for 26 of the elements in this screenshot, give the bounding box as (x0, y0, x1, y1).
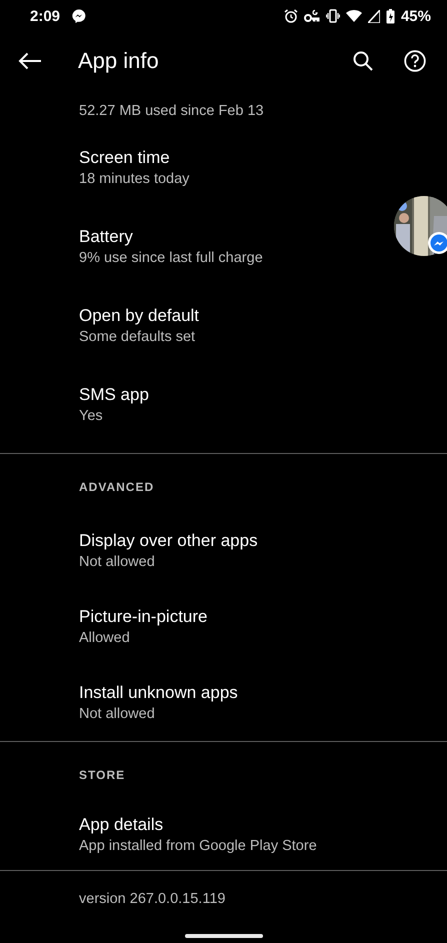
settings-item[interactable]: Open by default Some defaults set (0, 286, 200, 365)
version-text: version 267.0.0.15.119 (79, 890, 226, 906)
section-header: STORE (78, 767, 126, 784)
settings-item[interactable]: 52.27 MB used since Feb 13 (0, 90, 264, 128)
battery-percent: 45% (400, 8, 431, 24)
back-arrow-icon (18, 52, 42, 70)
battery-icon (386, 8, 395, 24)
search-icon (353, 51, 373, 71)
settings-item[interactable]: Install unknown apps Not allowed (0, 665, 238, 741)
settings-item[interactable]: SMS app Yes (0, 365, 149, 444)
settings-item[interactable]: App details App installed from Google Play Store (0, 800, 317, 870)
settings-item[interactable]: Battery 9% use since last full charge (0, 207, 263, 286)
status-time: 2:09 (30, 8, 60, 24)
chat-bubble-icon (72, 9, 86, 23)
chat-bubble-icon (428, 232, 447, 254)
screen-title: App info (78, 48, 160, 74)
settings-item[interactable]: Screen time 18 minutes today (0, 128, 190, 207)
key-icon (304, 9, 320, 23)
signal-icon (368, 10, 380, 22)
alarm-icon (284, 9, 298, 23)
settings-item[interactable]: Display over other apps Not allowed (0, 513, 258, 589)
wifi-icon (346, 9, 362, 23)
settings-item[interactable]: Picture-in-picture Allowed (0, 589, 208, 665)
help-icon (404, 50, 426, 72)
section-header: ADVANCED (78, 479, 156, 496)
vibrate-icon (326, 9, 340, 23)
